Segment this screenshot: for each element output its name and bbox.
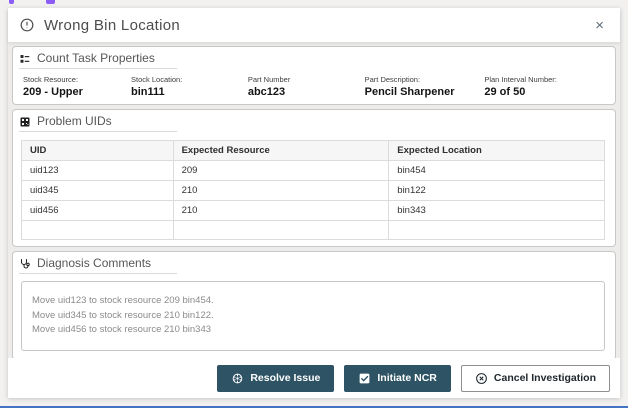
field-value: bin111 [131,86,165,98]
cell-expected-resource: 210 [172,200,390,221]
button-label: Cancel Investigation [493,372,596,384]
initiate-ncr-button[interactable]: Initiate NCR [344,364,451,392]
stethoscope-icon [19,257,31,269]
field-value: Pencil Sharpener [364,86,455,98]
field-value: 29 of 50 [484,86,526,98]
diagnosis-comments-input[interactable]: Move uid123 to stock resource 209 bin454… [21,281,605,352]
field-part-description: Part Description: Pencil Sharpener [365,75,485,98]
field-label: Plan Interval Number: [484,75,557,84]
cell-expected-resource: 210 [172,180,390,201]
field-label: Stock Location: [131,75,183,84]
checkbox-check-icon [358,372,371,385]
cell-expected-location: bin454 [388,160,605,181]
field-plan-interval-number: Plan Interval Number: 29 of 50 [484,75,607,98]
cell-uid [21,220,174,240]
cell-uid: uid345 [21,180,174,201]
field-value: 209 - Upper [23,86,83,98]
problem-uids-header: Problem UIDs [19,114,177,132]
problem-uids-table: UID Expected Resource Expected Location … [21,140,605,240]
table-row-empty[interactable] [21,220,605,240]
cell-uid: uid456 [21,200,174,221]
count-task-properties-card: Count Task Properties Stock Resource: 20… [12,46,616,105]
button-label: Initiate NCR [377,372,437,384]
field-stock-location: Stock Location: bin111 [131,75,248,98]
count-task-fields: Stock Resource: 209 - Upper Stock Locati… [19,75,607,98]
comment-line: Move uid123 to stock resource 209 bin454… [32,295,214,306]
dialog-title: Wrong Bin Location [44,16,181,34]
alert-circle-icon [20,18,34,32]
field-part-number: Part Number abc123 [248,75,365,98]
cropped-text-artifact [9,0,14,4]
resolve-gear-icon [231,372,244,385]
comment-line: Move uid456 to stock resource 210 bin343 [32,324,212,336]
cell-expected-location: bin343 [388,200,605,221]
cell-expected-resource: 209 [172,160,390,181]
field-stock-resource: Stock Resource: 209 - Upper [23,75,131,98]
section-title: Diagnosis Comments [37,256,152,270]
section-title: Count Task Properties [37,51,155,65]
button-label: Resolve Issue [250,372,321,384]
table-row[interactable]: uid456 210 bin343 [21,200,605,221]
resolve-issue-button[interactable]: Resolve Issue [217,364,335,392]
cropped-text-artifact [46,0,55,4]
dialog-body: Count Task Properties Stock Resource: 20… [8,42,620,358]
table-row[interactable]: uid123 209 bin454 [21,160,605,181]
cell-expected-location: bin122 [388,180,605,201]
cell-expected-location [388,220,605,240]
table-header-row: UID Expected Resource Expected Location [21,140,605,161]
column-header-uid: UID [21,140,174,161]
wrong-bin-location-dialog: Wrong Bin Location × Count Task Properti… [8,8,620,398]
comment-line: Move uid345 to stock resource 210 bin122… [32,309,214,321]
section-title: Problem UIDs [37,114,112,128]
field-label: Stock Resource: [23,75,79,84]
column-header-expected-resource: Expected Resource [172,140,390,161]
field-label: Part Number [247,75,291,84]
dialog-header: Wrong Bin Location × [8,8,620,42]
uid-tag-icon [19,115,31,127]
cell-expected-resource [172,220,390,240]
list-details-icon [19,52,31,64]
problem-uids-card: Problem UIDs UID Expected Resource Expec… [12,109,616,247]
diagnosis-comments-header: Diagnosis Comments [19,256,177,274]
cancel-circle-icon [475,372,488,385]
count-task-properties-header: Count Task Properties [19,51,177,69]
field-value: abc123 [247,86,286,98]
column-header-expected-location: Expected Location [388,140,605,161]
cancel-investigation-button[interactable]: Cancel Investigation [460,364,610,392]
field-label: Part Description: [364,75,421,84]
table-row[interactable]: uid345 210 bin122 [21,180,605,201]
close-icon[interactable]: × [591,16,608,35]
cell-uid: uid123 [21,160,174,181]
diagnosis-comments-card: Diagnosis Comments Move uid123 to stock … [12,251,616,358]
dialog-footer: Resolve Issue Initiate NCR Cancel Invest… [8,358,620,398]
